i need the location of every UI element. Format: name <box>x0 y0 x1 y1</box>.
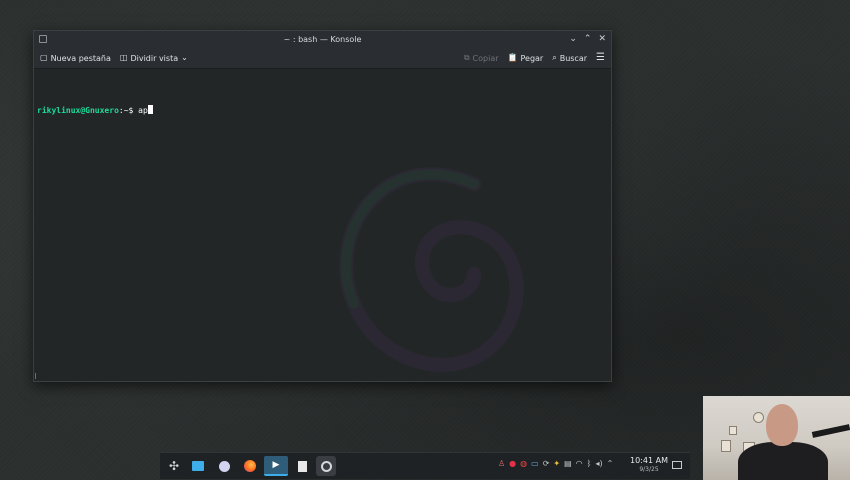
webcam-overlay <box>703 396 850 480</box>
maximize-button[interactable]: ⌃ <box>584 31 592 48</box>
display-icon[interactable]: ▭ <box>531 459 539 468</box>
wall-picture <box>729 426 737 435</box>
presenter-head <box>766 404 798 446</box>
minimize-button[interactable]: ⌄ <box>569 31 577 48</box>
copy-icon: ⧉ <box>463 53 470 62</box>
copy-button[interactable]: ⧉ Copiar <box>464 54 499 63</box>
window-titlebar[interactable]: ~ : bash — Konsole ⌄ ⌃ ✕ <box>34 31 611 48</box>
konsole-toolbar: ▢ Nueva pestaña ◫ Dividir vista ⌄ ⧉ Copi… <box>34 48 611 69</box>
clock-time: 10:41 AM <box>630 456 668 465</box>
presenter-body <box>738 442 828 480</box>
konsole-app-icon[interactable] <box>39 35 47 43</box>
chevron-down-icon: ⌄ <box>181 53 188 62</box>
search-label: Buscar <box>559 53 588 63</box>
text-cursor <box>147 105 153 114</box>
network-icon[interactable]: ◠ <box>576 459 583 468</box>
microphone-arm <box>811 424 850 438</box>
show-desktop-icon[interactable] <box>672 461 682 469</box>
volume-icon[interactable]: ◂) <box>595 459 602 468</box>
prompt-path: :~$ <box>118 106 139 115</box>
copy-label: Copiar <box>472 53 499 63</box>
scrollback-marker <box>35 373 36 379</box>
debian-logo-watermark <box>339 167 524 372</box>
split-view-button[interactable]: ◫ Dividir vista ⌄ <box>120 54 188 63</box>
clock[interactable]: 10:41 AM 9/3/25 <box>630 456 668 474</box>
file-manager-icon[interactable] <box>188 456 208 476</box>
paste-icon: 📋 <box>507 53 518 62</box>
new-tab-button[interactable]: ▢ Nueva pestaña <box>40 54 111 63</box>
paste-button[interactable]: 📋 Pegar <box>508 54 544 63</box>
system-tray: ♙ ● ◍ ▭ ⟳ ✦ ▤ ◠ ᛒ ◂) ⌃ <box>498 459 613 468</box>
close-button[interactable]: ✕ <box>598 31 606 48</box>
update-icon[interactable]: ⟳ <box>543 459 550 468</box>
terminal-area[interactable]: rikylinux@Gnuxero:~$ ap <box>34 69 611 381</box>
recording-icon[interactable]: ● <box>509 459 516 468</box>
wall-clock <box>753 412 764 423</box>
obs-icon[interactable] <box>316 456 336 476</box>
prompt-user-host: rikylinux@Gnuxero <box>37 106 119 115</box>
chrome-icon[interactable]: ◍ <box>520 459 527 468</box>
plasma-discover-icon[interactable] <box>214 456 234 476</box>
clock-date: 9/3/25 <box>639 466 659 473</box>
bulb-icon[interactable]: ✦ <box>553 459 560 468</box>
window-title: ~ : bash — Konsole <box>283 35 362 44</box>
split-view-label: Dividir vista <box>130 53 179 63</box>
app-launcher-icon[interactable]: ✣ <box>164 456 184 476</box>
firefox-icon[interactable] <box>240 456 260 476</box>
bluetooth-icon[interactable]: ᛒ <box>587 459 592 468</box>
konsole-window[interactable]: ~ : bash — Konsole ⌄ ⌃ ✕ ▢ Nueva pestaña… <box>33 30 612 382</box>
search-button[interactable]: ⌕ Buscar <box>552 54 587 63</box>
konsole-icon[interactable]: ▶ <box>264 456 288 476</box>
new-tab-label: Nueva pestaña <box>50 53 111 63</box>
text-editor-icon[interactable] <box>292 456 312 476</box>
hamburger-menu-button[interactable]: ☰ <box>596 52 605 63</box>
split-view-icon: ◫ <box>119 53 128 62</box>
terminal-prompt-line: rikylinux@Gnuxero:~$ ap <box>37 105 153 115</box>
search-icon: ⌕ <box>552 53 557 62</box>
typed-command: ap <box>138 106 148 115</box>
expand-tray-icon[interactable]: ⌃ <box>607 459 614 468</box>
taskbar: ✣ ▶ ♙ ● ◍ ▭ ⟳ ✦ ▤ ◠ ᛒ ◂) ⌃ 10:41 AM 9/3/… <box>160 452 690 479</box>
new-tab-icon: ▢ <box>40 53 48 62</box>
hamburger-menu-icon: ☰ <box>596 52 605 63</box>
clipboard-icon[interactable]: ▤ <box>564 459 572 468</box>
paste-label: Pegar <box>520 53 544 63</box>
notification-bell-icon[interactable]: ♙ <box>498 459 505 468</box>
wall-picture <box>721 440 731 452</box>
